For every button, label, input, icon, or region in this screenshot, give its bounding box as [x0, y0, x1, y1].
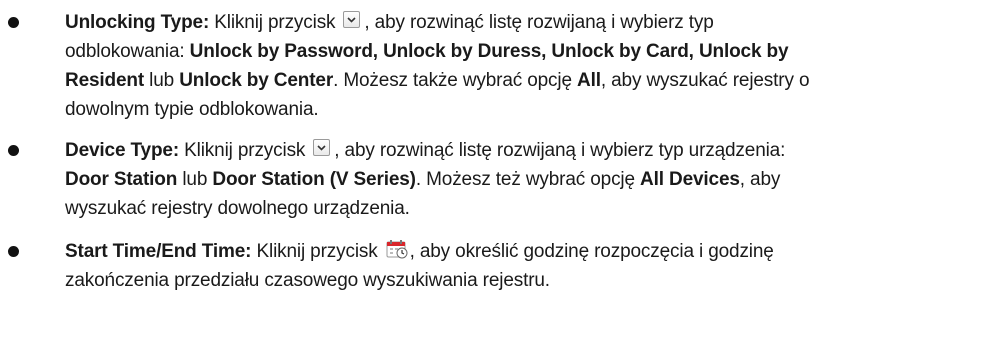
text-line: Start Time/End Time: Kliknij przycisk , …	[65, 237, 1004, 266]
text-line: Door Station lub Door Station (V Series)…	[65, 169, 781, 190]
list-item-text: Start Time/End Time: Kliknij przycisk , …	[65, 237, 1004, 295]
bullet-icon	[8, 17, 19, 28]
dropdown-arrow-icon	[343, 11, 361, 29]
text-line: zakończenia przedziału czasowego wyszuki…	[65, 270, 550, 291]
bullet-list: Unlocking Type: Kliknij przycisk, aby ro…	[0, 0, 1004, 350]
text-line: Unlocking Type: Kliknij przycisk, aby ro…	[65, 11, 714, 33]
calendar-icon	[386, 239, 408, 259]
bullet-icon	[8, 246, 19, 257]
field-label: Device Type:	[65, 140, 180, 161]
text-line: Resident lub Unlock by Center. Możesz ta…	[65, 70, 810, 91]
text-line: odblokowania: Unlock by Password, Unlock…	[65, 41, 789, 62]
field-label: Start Time/End Time:	[65, 241, 252, 262]
field-label: Unlocking Type:	[65, 12, 210, 33]
dropdown-arrow-icon	[313, 139, 331, 157]
text-line: wyszukać rejestry dowolnego urządzenia.	[65, 198, 410, 219]
text-line: dowolnym typie odblokowania.	[65, 99, 319, 120]
list-item-text: Device Type: Kliknij przycisk, aby rozwi…	[65, 136, 1004, 223]
text-line: Device Type: Kliknij przycisk, aby rozwi…	[65, 139, 786, 161]
list-item-text: Unlocking Type: Kliknij przycisk, aby ro…	[65, 8, 1004, 124]
bullet-icon	[8, 145, 19, 156]
